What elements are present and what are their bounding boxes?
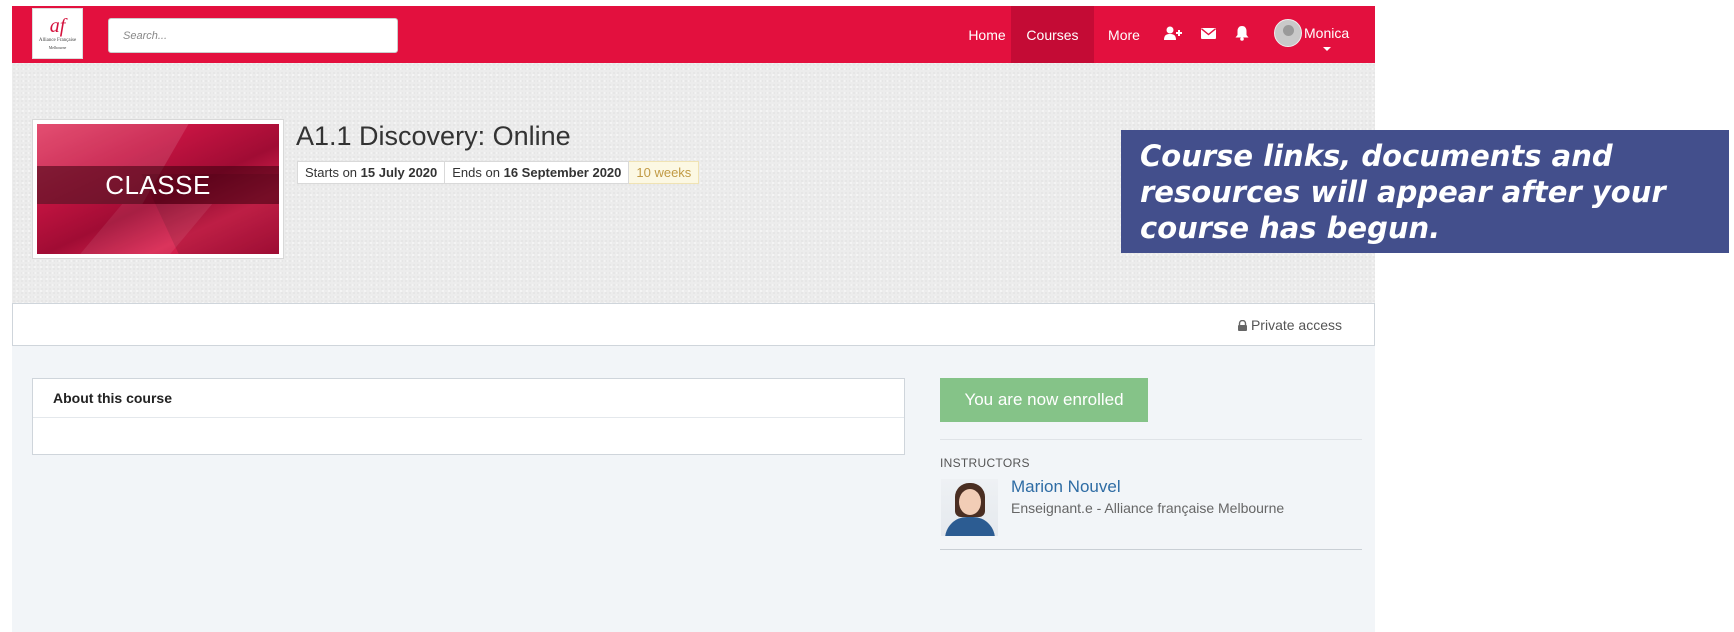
info-callout: Course links, documents and resources wi… (1121, 130, 1729, 253)
duration-badge: 10 weeks (629, 161, 700, 184)
instructor-name-link[interactable]: Marion Nouvel (1011, 477, 1121, 497)
logo-mark: af (49, 15, 66, 37)
logo-city: Melbourne (48, 45, 67, 50)
nav-courses[interactable]: Courses (1011, 6, 1094, 63)
nav-more[interactable]: More (1096, 6, 1152, 63)
thumbnail-label: CLASSE (37, 166, 279, 204)
course-thumbnail: CLASSE (32, 119, 284, 259)
instructors-heading: INSTRUCTORS (940, 456, 1030, 470)
lock-icon (1237, 319, 1247, 331)
page-frame: af Alliance Française Melbourne Home Cou… (12, 6, 1375, 632)
search-input[interactable] (108, 18, 398, 53)
alliance-francaise-logo[interactable]: af Alliance Française Melbourne (32, 8, 83, 59)
instructor-photo[interactable] (941, 479, 998, 536)
add-user-icon[interactable] (1162, 22, 1184, 44)
divider (940, 549, 1362, 550)
chevron-down-icon[interactable] (1323, 47, 1331, 51)
callout-message: Course links, documents and resources wi… (1140, 139, 1666, 245)
enrolled-button[interactable]: You are now enrolled (940, 378, 1148, 422)
course-title: A1.1 Discovery: Online (296, 121, 571, 151)
avatar (1274, 19, 1302, 47)
about-heading: About this course (33, 379, 904, 418)
end-date: Ends on 16 September 2020 (445, 161, 630, 184)
divider (940, 439, 1362, 440)
start-date: Starts on 15 July 2020 (297, 161, 446, 184)
private-access-indicator: Private access (1237, 317, 1342, 333)
user-menu[interactable]: Monica (1274, 19, 1349, 47)
about-course-card: About this course (32, 378, 905, 455)
course-dates: Starts on 15 July 2020 Ends on 16 Septem… (297, 161, 700, 184)
private-access-label: Private access (1250, 317, 1342, 333)
bell-icon[interactable] (1231, 22, 1253, 44)
instructor-role: Enseignant.e - Alliance française Melbou… (1011, 500, 1285, 516)
user-name: Monica (1304, 25, 1350, 41)
thumbnail-image: CLASSE (37, 124, 279, 254)
top-navbar: af Alliance Française Melbourne Home Cou… (12, 6, 1375, 63)
access-bar: Private access (12, 303, 1375, 346)
logo-name: Alliance Française (38, 38, 77, 43)
envelope-icon[interactable] (1197, 22, 1219, 44)
